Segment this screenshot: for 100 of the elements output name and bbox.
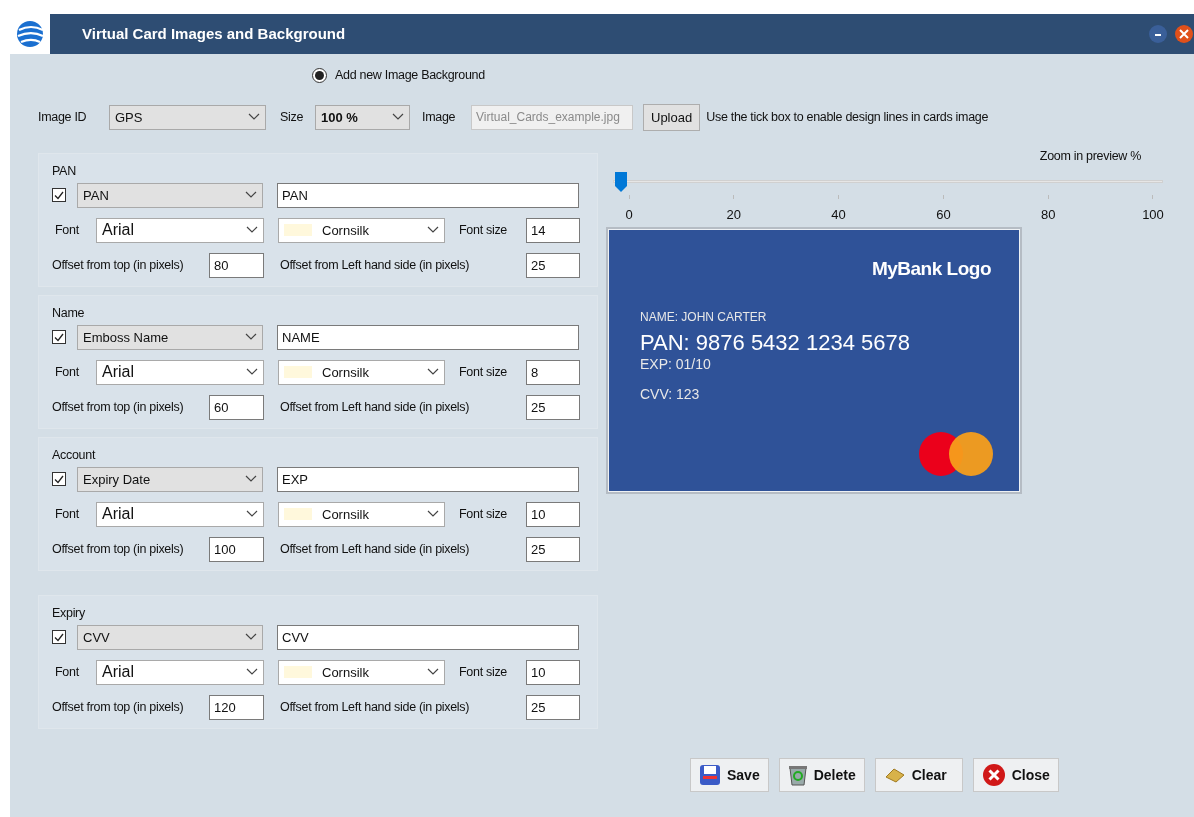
field-dropdown[interactable]: Emboss Name: [77, 324, 263, 350]
check-icon: [54, 632, 64, 642]
font-size-label: Font size: [459, 363, 508, 381]
card-cvv: CVV: 123: [640, 385, 701, 404]
font-dropdown[interactable]: Arial: [96, 359, 264, 385]
checkbox[interactable]: [52, 188, 66, 203]
color-dropdown[interactable]: Cornsilk: [278, 217, 445, 243]
font-label: Font: [54, 663, 80, 681]
window-title: Virtual Card Images and Background: [82, 23, 347, 44]
tick-label: 100: [1142, 205, 1164, 224]
clear-button[interactable]: Clear: [874, 758, 963, 792]
check-icon: [54, 190, 64, 200]
chevron-down-icon: [427, 510, 439, 519]
card-name: NAME: JOHN CARTER: [640, 309, 768, 326]
eraser-icon: [883, 767, 906, 783]
chevron-down-icon: [245, 333, 257, 342]
chevron-down-icon: [245, 475, 257, 484]
font-size-field[interactable]: 10: [526, 501, 580, 527]
save-button[interactable]: Save: [690, 758, 769, 792]
tick-label: 20: [726, 205, 742, 224]
group-title: PAN: [52, 163, 76, 178]
chevron-down-icon: [245, 191, 257, 200]
text-field[interactable]: NAME: [277, 324, 579, 350]
radio-button[interactable]: [312, 67, 327, 83]
offset-left-field[interactable]: 25: [526, 536, 580, 562]
image-label: Image: [422, 108, 457, 126]
combo-value: Cornsilk: [322, 221, 369, 240]
combo-value: Cornsilk: [322, 363, 369, 382]
offset-top-field[interactable]: 120: [209, 694, 264, 720]
size-dropdown[interactable]: 100 %: [315, 104, 410, 130]
size-label: Size: [280, 108, 305, 126]
font-size-label: Font size: [459, 505, 508, 523]
group-title: Account: [52, 447, 96, 462]
group-title: Expiry: [52, 605, 85, 620]
color-dropdown[interactable]: Cornsilk: [278, 359, 445, 385]
radio-label: Add new Image Background: [335, 67, 485, 84]
combo-value: Arial: [102, 362, 134, 383]
tick-label: 0: [625, 205, 633, 224]
color-dropdown[interactable]: Cornsilk: [278, 659, 445, 685]
chevron-down-icon: [248, 113, 260, 122]
font-dropdown[interactable]: Arial: [96, 659, 264, 685]
tick-label: 80: [1040, 205, 1056, 224]
close-icon[interactable]: [1174, 24, 1194, 44]
combo-value: PAN: [83, 186, 109, 205]
check-icon: [54, 474, 64, 484]
text-field[interactable]: CVV: [277, 624, 579, 650]
combo-value: Cornsilk: [322, 505, 369, 524]
combo-value: Cornsilk: [322, 663, 369, 682]
minimize-icon[interactable]: [1148, 24, 1168, 44]
field-dropdown[interactable]: CVV: [77, 624, 263, 650]
offset-left-label: Offset from Left hand side (in pixels): [280, 540, 471, 558]
globe-logo-icon: [15, 19, 45, 49]
offset-left-field[interactable]: 25: [526, 394, 580, 420]
combo-value: GPS: [115, 108, 143, 127]
field-dropdown[interactable]: Expiry Date: [77, 466, 263, 492]
offset-left-label: Offset from Left hand side (in pixels): [280, 698, 471, 716]
offset-top-label: Offset from top (in pixels): [52, 398, 185, 416]
combo-value: Expiry Date: [83, 470, 151, 489]
zoom-label: Zoom in preview %: [1039, 147, 1141, 165]
field-dropdown[interactable]: PAN: [77, 182, 263, 208]
image-id-dropdown[interactable]: GPS: [109, 104, 266, 130]
close-button[interactable]: Close: [972, 758, 1059, 792]
offset-left-field[interactable]: 25: [526, 252, 580, 278]
offset-left-field[interactable]: 25: [526, 694, 580, 720]
combo-value: Arial: [102, 662, 134, 683]
offset-top-label: Offset from top (in pixels): [52, 256, 185, 274]
combo-value: 100 %: [321, 108, 358, 127]
checkbox[interactable]: [52, 472, 66, 487]
card-logo: MyBank Logo: [871, 257, 991, 281]
card-pan: PAN: 9876 5432 1234 5678: [640, 330, 910, 356]
chevron-down-icon: [245, 633, 257, 642]
font-dropdown[interactable]: Arial: [96, 501, 264, 527]
delete-button[interactable]: Delete: [778, 758, 865, 792]
checkbox[interactable]: [52, 330, 66, 345]
font-size-field[interactable]: 14: [526, 217, 580, 243]
text-field[interactable]: PAN: [277, 182, 579, 208]
slider-thumb[interactable]: [615, 171, 627, 192]
close-icon: [981, 763, 1006, 787]
offset-top-field[interactable]: 100: [209, 536, 264, 562]
chevron-down-icon: [427, 226, 439, 235]
chevron-down-icon: [246, 668, 258, 677]
chevron-down-icon: [246, 510, 258, 519]
font-dropdown[interactable]: Arial: [96, 217, 264, 243]
card-expiry: EXP: 01/10: [640, 356, 712, 372]
font-size-field[interactable]: 10: [526, 659, 580, 685]
offset-top-field[interactable]: 80: [209, 252, 264, 278]
zoom-slider[interactable]: [613, 171, 1163, 192]
font-size-label: Font size: [459, 663, 508, 681]
offset-top-field[interactable]: 60: [209, 394, 264, 420]
offset-left-label: Offset from Left hand side (in pixels): [280, 398, 471, 416]
font-size-field[interactable]: 8: [526, 359, 580, 385]
image-id-label: Image ID: [38, 108, 88, 126]
upload-button[interactable]: Upload: [643, 103, 701, 131]
chevron-down-icon: [246, 368, 258, 377]
color-dropdown[interactable]: Cornsilk: [278, 501, 445, 527]
text-field[interactable]: EXP: [277, 466, 579, 492]
checkbox[interactable]: [52, 630, 66, 645]
tick-label: 40: [831, 205, 846, 224]
trash-bin-icon: [787, 764, 808, 786]
chevron-down-icon: [246, 226, 258, 235]
